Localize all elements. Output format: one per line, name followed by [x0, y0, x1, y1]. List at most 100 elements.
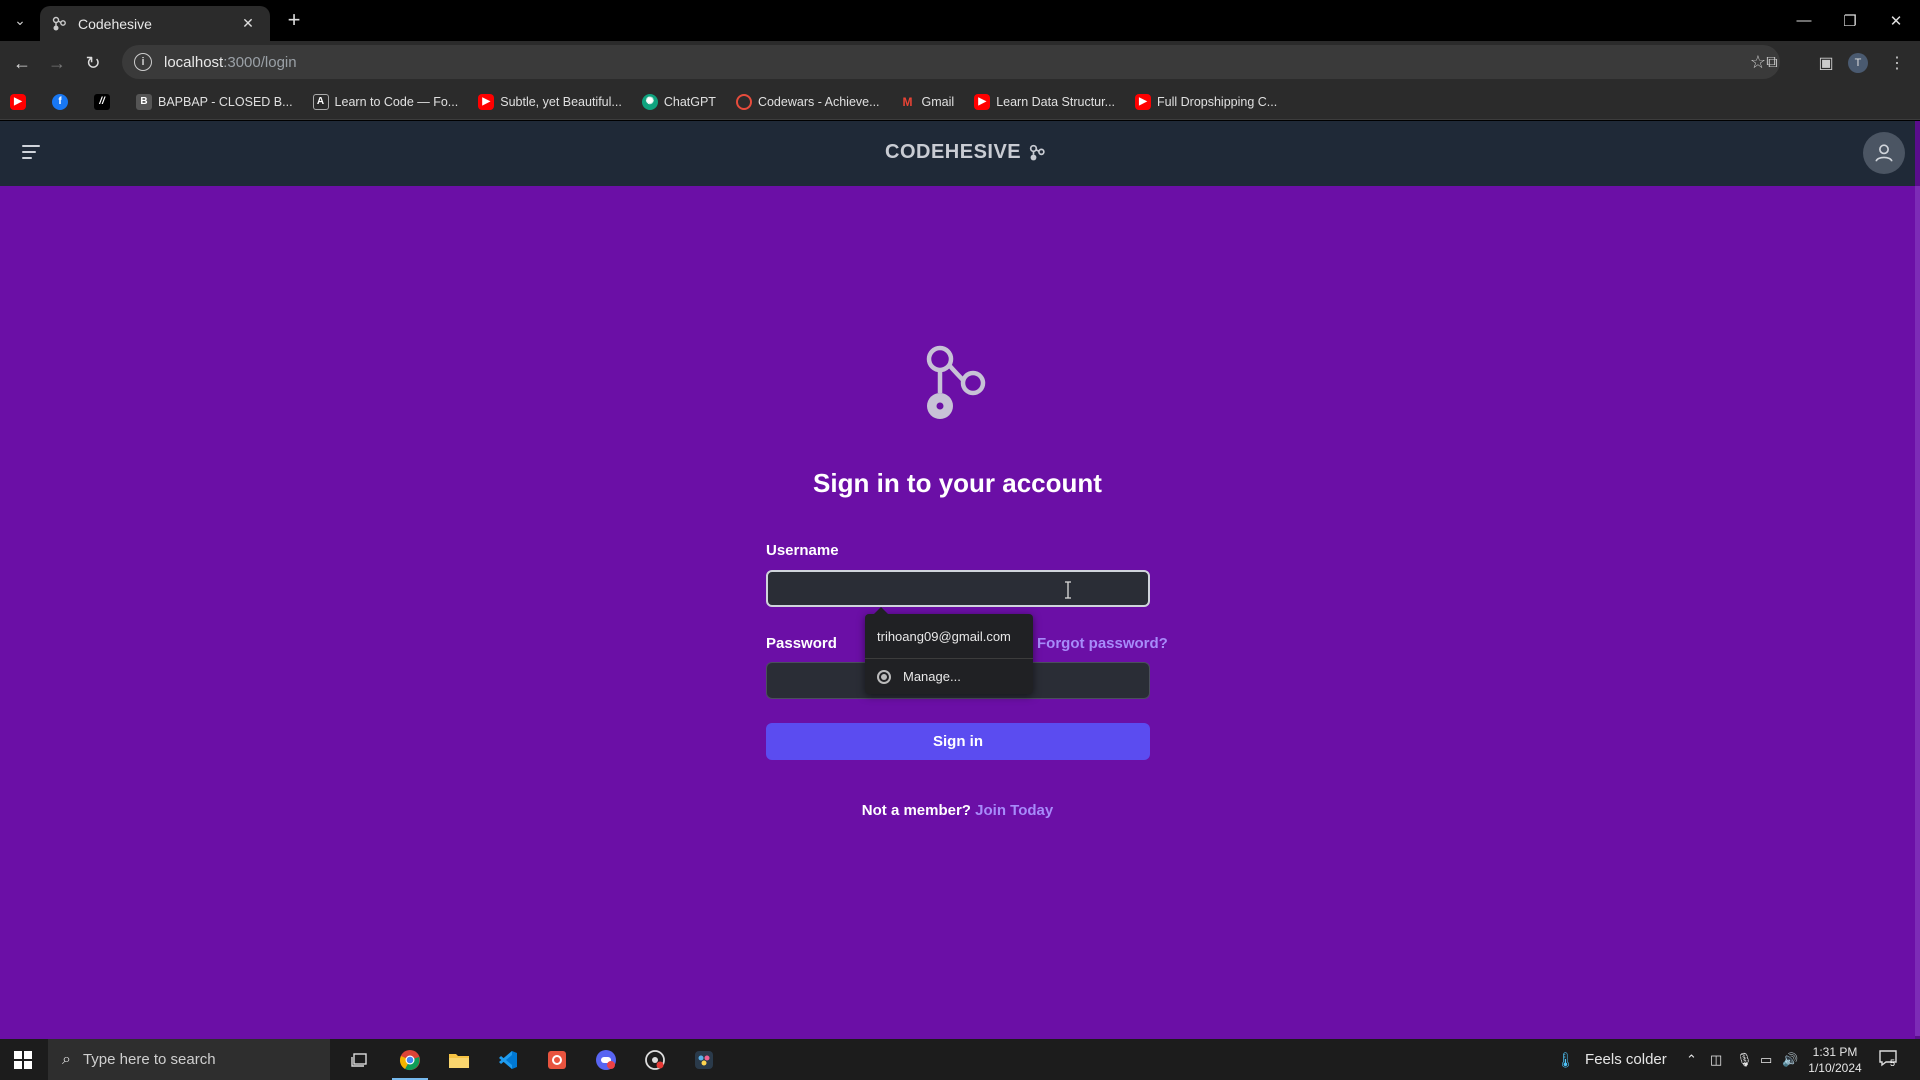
- davinci-glyph: [695, 1050, 713, 1069]
- back-button[interactable]: ←: [8, 49, 36, 77]
- username-input[interactable]: [766, 570, 1150, 607]
- folder-glyph: [449, 1053, 469, 1068]
- weather-widget[interactable]: 🌡 Feels colder: [1556, 1039, 1667, 1080]
- bookmark-label: BAPBAP - CLOSED B...: [158, 94, 293, 109]
- address-bar[interactable]: i localhost:3000/login ☆: [122, 45, 1780, 79]
- obs-glyph: [645, 1049, 665, 1070]
- bookmark-item[interactable]: B BAPBAP - CLOSED B...: [136, 93, 293, 110]
- bookmark-item[interactable]: ▶ Learn Data Structur...: [974, 93, 1116, 110]
- signup-prompt: Not a member? Join Today: [0, 802, 1915, 819]
- youtube-icon: ▶: [1135, 93, 1152, 110]
- davinci-icon[interactable]: [680, 1039, 728, 1080]
- autofill-suggestion[interactable]: trihoang09@gmail.com: [877, 629, 1011, 644]
- brand-logo[interactable]: CODEHESIVE: [885, 141, 1047, 164]
- user-avatar[interactable]: [1863, 132, 1905, 174]
- bookmark-item[interactable]: f: [52, 93, 74, 110]
- bookmark-item[interactable]: Codewars - Achieve...: [735, 93, 880, 110]
- manage-label: Manage...: [903, 669, 961, 684]
- obs-icon[interactable]: [631, 1039, 679, 1080]
- scrollbar-thumb[interactable]: [1915, 186, 1920, 1036]
- reload-button[interactable]: ↻: [79, 49, 107, 77]
- bookmark-label: Gmail: [921, 94, 955, 109]
- minimize-button[interactable]: —: [1781, 0, 1827, 41]
- clock-date: 1/10/2024: [1808, 1061, 1862, 1075]
- discord-icon[interactable]: [582, 1039, 630, 1080]
- join-today-link[interactable]: Join Today: [975, 802, 1053, 819]
- start-button[interactable]: [0, 1039, 46, 1080]
- tab-close-icon[interactable]: ✕: [238, 14, 258, 34]
- vscode-glyph: [499, 1050, 517, 1069]
- network-icon[interactable]: ▭: [1760, 1039, 1772, 1080]
- not-member-text: Not a member?: [861, 802, 971, 819]
- notification-center-icon[interactable]: 5: [1878, 1048, 1900, 1070]
- clock-time: 1:31 PM: [1812, 1045, 1858, 1059]
- key-icon: [877, 669, 891, 684]
- autofill-manage-item[interactable]: Manage...: [877, 669, 961, 684]
- meet-now-icon[interactable]: ◫: [1710, 1039, 1722, 1080]
- autofill-dropdown: trihoang09@gmail.com Manage...: [865, 607, 1033, 694]
- bookmark-label: Full Dropshipping C...: [1157, 94, 1278, 109]
- tab-title: Codehesive: [78, 15, 152, 32]
- gmail-icon: M: [902, 94, 913, 109]
- discord-glyph: [596, 1049, 616, 1070]
- sign-in-button[interactable]: Sign in: [766, 723, 1150, 760]
- windows-logo-icon: [14, 1050, 32, 1069]
- task-view-glyph: [351, 1052, 367, 1067]
- git-glyph: [548, 1050, 566, 1069]
- browser-tabstrip: ⌄ Codehesive ✕ + — ❐ ✕: [0, 0, 1920, 41]
- bookmark-item[interactable]: M Gmail: [900, 94, 955, 110]
- autofill-caret: [873, 607, 889, 615]
- search-icon: ⌕: [62, 1050, 71, 1068]
- brand-name: CODEHESIVE: [885, 141, 1022, 163]
- bookmark-item[interactable]: ✺ ChatGPT: [641, 93, 716, 110]
- codehesive-favicon-icon: [52, 16, 66, 30]
- chrome-taskbar-icon[interactable]: [386, 1039, 434, 1080]
- tray-overflow-icon[interactable]: ⌃: [1686, 1039, 1697, 1080]
- bookmark-label: Learn Data Structur...: [996, 94, 1116, 109]
- system-clock[interactable]: 1:31 PM 1/10/2024: [1800, 1044, 1870, 1076]
- git-client-icon[interactable]: [533, 1039, 581, 1080]
- bookmark-item[interactable]: //: [94, 93, 116, 110]
- hamburger-menu-icon[interactable]: [22, 145, 40, 161]
- bookmark-label: ChatGPT: [663, 94, 716, 109]
- extensions-icon[interactable]: ⧉: [1759, 50, 1785, 76]
- site-info-icon[interactable]: i: [134, 53, 152, 71]
- close-window-button[interactable]: ✕: [1873, 0, 1919, 41]
- microphone-icon[interactable]: 🎙: [1736, 1039, 1753, 1080]
- youtube-icon: ▶: [10, 93, 26, 110]
- codehesive-logo-icon: [926, 345, 986, 419]
- browser-tab[interactable]: Codehesive ✕: [40, 6, 270, 41]
- bookmark-item[interactable]: ▶ Subtle, yet Beautiful...: [478, 93, 622, 110]
- file-explorer-icon[interactable]: [435, 1039, 483, 1080]
- text-cursor-icon: [1065, 581, 1071, 599]
- bapbap-icon: B: [136, 93, 152, 110]
- menu-kebab-icon[interactable]: ⋮: [1884, 50, 1910, 76]
- autofill-divider: [865, 658, 1033, 659]
- bookmark-label: Subtle, yet Beautiful...: [500, 94, 622, 109]
- page-scrollbar[interactable]: [1915, 121, 1920, 1039]
- chatgpt-icon: ✺: [641, 93, 658, 110]
- profile-avatar[interactable]: T: [1848, 53, 1868, 73]
- bookmark-item[interactable]: ▶: [10, 93, 32, 110]
- tab-search-chevron-icon[interactable]: ⌄: [8, 8, 32, 32]
- bookmarks-bar: ▶ f // B BAPBAP - CLOSED B... A Learn to C…: [0, 84, 1920, 120]
- volume-icon[interactable]: 🔊: [1782, 1039, 1798, 1080]
- weather-text: Feels colder: [1585, 1051, 1667, 1068]
- side-panel-icon[interactable]: ▣: [1813, 50, 1839, 76]
- forgot-password-link[interactable]: Forgot password?: [1037, 635, 1168, 652]
- bookmark-item[interactable]: ▶ Full Dropshipping C...: [1135, 93, 1278, 110]
- bookmark-item[interactable]: A Learn to Code — Fo...: [312, 93, 458, 110]
- user-icon: [1875, 144, 1893, 162]
- page-title: Sign in to your account: [813, 468, 1102, 498]
- new-tab-button[interactable]: +: [282, 9, 306, 33]
- task-view-icon[interactable]: [336, 1039, 384, 1080]
- forward-button[interactable]: →: [43, 49, 71, 77]
- youtube-icon: ▶: [974, 93, 991, 110]
- restore-button[interactable]: ❐: [1827, 0, 1873, 41]
- freecodecamp-icon: A: [312, 93, 329, 110]
- taskbar-search[interactable]: ⌕ Type here to search: [48, 1039, 330, 1080]
- slash-icon: //: [94, 93, 110, 110]
- windows-taskbar: ⌕ Type here to search 🌡 Feels colder ⌃ ◫…: [0, 1039, 1920, 1080]
- password-label: Password: [766, 635, 837, 652]
- vscode-icon[interactable]: [484, 1039, 532, 1080]
